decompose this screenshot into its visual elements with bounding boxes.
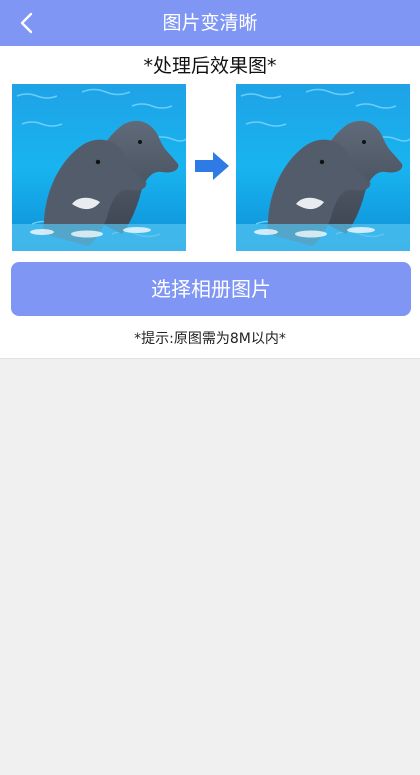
arrow-right-icon [195, 152, 229, 180]
before-image [12, 84, 186, 251]
top-bar: 图片变清晰 [0, 0, 420, 46]
divider [0, 358, 420, 359]
app-root: 图片变清晰 *处理后效果图* 选择相册图片 *提示:原图需为8M以内* [0, 0, 420, 775]
choose-album-image-button[interactable]: 选择相册图片 [11, 262, 411, 316]
page-title: 图片变清晰 [162, 12, 258, 34]
effect-caption: *处理后效果图* [143, 55, 277, 77]
dolphin-photo-after [236, 84, 410, 251]
dolphin-photo-before [12, 84, 186, 251]
size-tip: *提示:原图需为8M以内* [134, 331, 286, 347]
preview-panel: *处理后效果图* 选择相册图片 *提示:原图需为8M以内* [0, 46, 420, 358]
after-image [236, 84, 410, 251]
